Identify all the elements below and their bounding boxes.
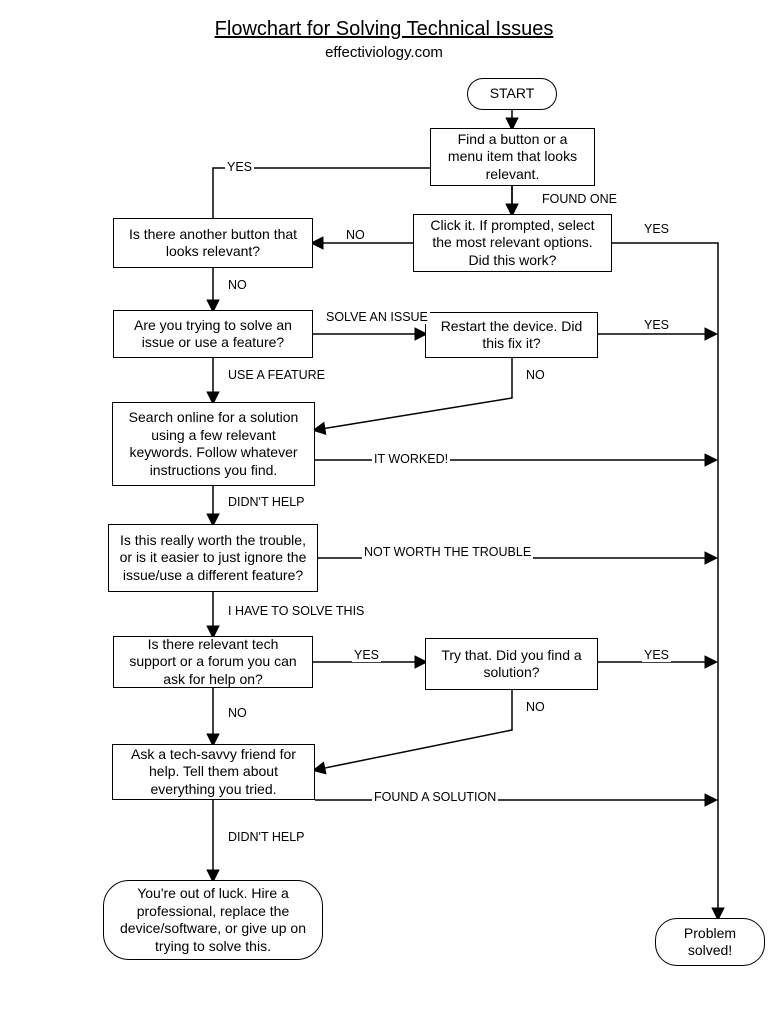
try-that-label: Try that. Did you find a solution? [436,647,587,682]
another-button-label: Is there another button that looks relev… [124,226,302,261]
edge-found-solution: FOUND A SOLUTION [372,790,498,804]
edge-no-1: NO [344,228,367,242]
page-title: Flowchart for Solving Technical Issues [0,18,768,41]
edge-didnt-help-2: DIDN'T HELP [226,830,306,844]
out-of-luck-node: You're out of luck. Hire a professional,… [103,880,323,960]
edge-no-5: NO [226,706,249,720]
start-label: START [490,85,535,103]
find-button-node: Find a button or a menu item that looks … [430,128,595,186]
search-online-label: Search online for a solution using a few… [123,409,304,479]
edge-yes-4: YES [642,648,671,662]
click-it-node: Click it. If prompted, select the most r… [413,214,612,272]
edge-yes-2: YES [642,318,671,332]
edge-not-worth: NOT WORTH THE TROUBLE [362,545,533,559]
tech-support-label: Is there relevant tech support or a foru… [124,636,302,689]
start-node: START [467,78,557,110]
problem-solved-node: Problem solved! [655,918,765,966]
edge-yes-3: YES [352,648,381,662]
restart-label: Restart the device. Did this fix it? [436,318,587,353]
edge-didnt-help-1: DIDN'T HELP [226,495,306,509]
issue-or-feature-node: Are you trying to solve an issue or use … [113,310,313,358]
issue-or-feature-label: Are you trying to solve an issue or use … [124,317,302,352]
find-button-label: Find a button or a menu item that looks … [441,131,584,184]
problem-solved-label: Problem solved! [666,925,754,960]
edge-use-feature: USE A FEATURE [226,368,327,382]
search-online-node: Search online for a solution using a few… [112,402,315,486]
ask-friend-label: Ask a tech-savvy friend for help. Tell t… [123,746,304,799]
edge-no-3: NO [524,368,547,382]
edge-have-to-solve: I HAVE TO SOLVE THIS [226,604,366,618]
edge-it-worked: IT WORKED! [372,452,450,466]
worth-it-node: Is this really worth the trouble, or is … [108,524,318,592]
restart-node: Restart the device. Did this fix it? [425,312,598,358]
edge-yes-back: YES [225,160,254,174]
tech-support-node: Is there relevant tech support or a foru… [113,636,313,688]
edge-no-2: NO [226,278,249,292]
edge-solve-issue: SOLVE AN ISSUE [324,310,430,324]
out-of-luck-label: You're out of luck. Hire a professional,… [114,885,312,955]
edge-no-4: NO [524,700,547,714]
another-button-node: Is there another button that looks relev… [113,218,313,268]
edge-found-one: FOUND ONE [540,192,619,206]
ask-friend-node: Ask a tech-savvy friend for help. Tell t… [112,744,315,800]
click-it-label: Click it. If prompted, select the most r… [424,217,601,270]
try-that-node: Try that. Did you find a solution? [425,638,598,690]
worth-it-label: Is this really worth the trouble, or is … [119,532,307,585]
edge-yes-1: YES [642,222,671,236]
page-subtitle: effectiviology.com [0,44,768,61]
